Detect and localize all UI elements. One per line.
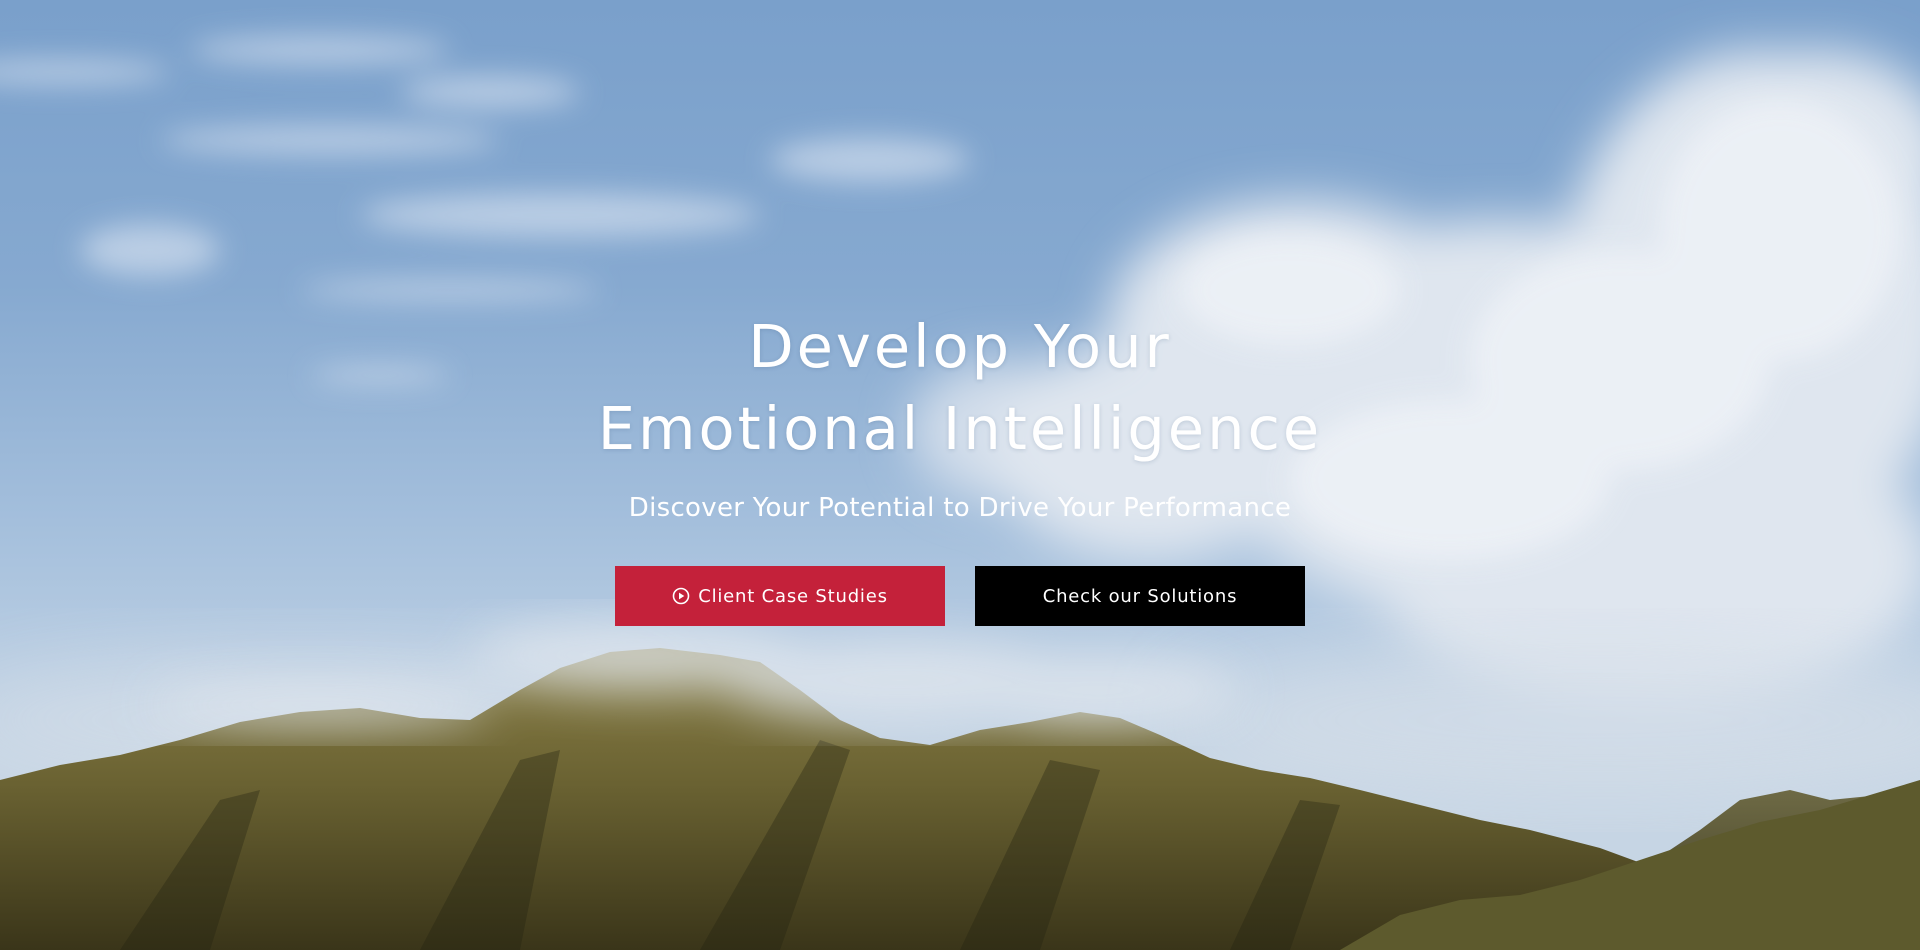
play-circle-icon: [672, 587, 690, 605]
client-case-studies-label: Client Case Studies: [698, 585, 888, 607]
hero-content: Develop Your Emotional Intelligence Disc…: [0, 0, 1920, 950]
hero-headline-line2: Emotional Intelligence: [597, 394, 1323, 463]
hero-headline: Develop Your Emotional Intelligence: [0, 306, 1920, 470]
hero-subheadline: Discover Your Potential to Drive Your Pe…: [628, 493, 1292, 523]
client-case-studies-button[interactable]: Client Case Studies: [615, 566, 945, 626]
check-solutions-button[interactable]: Check our Solutions: [975, 566, 1305, 626]
hero-section: Develop Your Emotional Intelligence Disc…: [0, 0, 1920, 950]
check-solutions-label: Check our Solutions: [1042, 585, 1238, 607]
hero-headline-line1: Develop Your: [748, 312, 1172, 381]
